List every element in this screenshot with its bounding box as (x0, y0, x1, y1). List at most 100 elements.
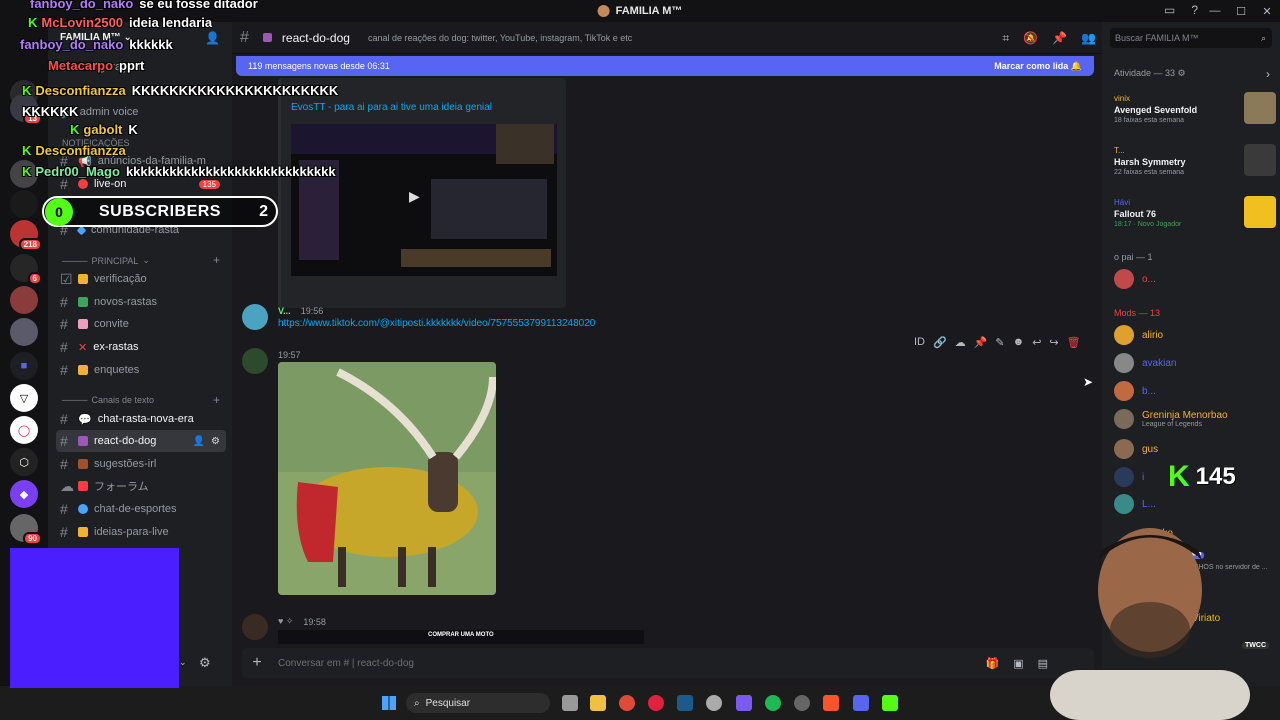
opera-icon[interactable] (648, 695, 664, 711)
search-icon: ⌕ (1260, 32, 1266, 43)
task-view-icon[interactable] (562, 695, 578, 711)
channel-label: enquetes (94, 364, 140, 376)
grid-app-icon[interactable] (736, 695, 752, 711)
channel-novos-rastas[interactable]: # novos-rastas (56, 291, 226, 313)
member-item[interactable]: o... (1114, 269, 1156, 289)
avatar (1114, 325, 1134, 345)
pin-icon[interactable]: 📌 (974, 336, 988, 349)
activity-card[interactable]: vinix Avenged Sevenfold 18 faixas esta s… (1114, 92, 1276, 124)
member-item[interactable]: alirio (1114, 325, 1163, 345)
heart-badge-icon: ♥ ✧ (278, 616, 294, 626)
video-preview[interactable]: COMPRAR UMA MOTO (278, 630, 644, 644)
avatar[interactable] (242, 304, 268, 330)
chevron-down-icon[interactable]: ⌄ (179, 657, 187, 668)
chevron-right-icon[interactable]: › (1266, 67, 1270, 81)
discord-icon[interactable] (853, 695, 869, 711)
windows-start-icon[interactable] (382, 696, 396, 710)
emoji-icon[interactable]: ☻ (1013, 336, 1025, 349)
channel-react-do-dog[interactable]: # react-do-dog 👤 ⚙ (56, 430, 226, 452)
chat-username: gabolt (83, 122, 123, 137)
inbox-icon[interactable]: ▭ (1164, 3, 1175, 17)
mark-as-read-button[interactable]: Marcar como lida 🔔 (994, 61, 1082, 72)
threads-icon[interactable]: ⌗ (1002, 31, 1009, 46)
app-icon[interactable] (794, 695, 810, 711)
server-icon-4[interactable] (10, 190, 38, 218)
add-channel-icon[interactable]: + (213, 253, 220, 267)
opera-icon[interactable]: ◯ (10, 416, 38, 444)
server-icon-12[interactable]: 90 (10, 514, 42, 545)
note-icon (78, 527, 88, 537)
id-icon[interactable]: ID (914, 336, 925, 349)
add-channel-icon[interactable]: + (213, 393, 220, 407)
server-icon-8[interactable] (10, 318, 38, 346)
gif-icon[interactable]: ▣ (1013, 657, 1023, 670)
file-explorer-icon[interactable] (590, 695, 606, 711)
member-item[interactable]: avakian (1114, 353, 1176, 373)
server-icon-11[interactable]: ◆ (10, 480, 38, 508)
avatar[interactable] (242, 614, 268, 640)
link-icon[interactable]: 🔗 (933, 336, 947, 349)
spotify-icon[interactable] (765, 695, 781, 711)
server-icon-6[interactable]: 6 (10, 254, 42, 285)
gift-icon[interactable]: 🎁 (985, 657, 999, 670)
member-list-icon[interactable]: 👥 (1081, 31, 1096, 46)
channel-ideias-para-live[interactable]: # ideias-para-live (56, 521, 226, 543)
member-name: L... (1142, 498, 1156, 510)
avatar[interactable] (242, 348, 268, 374)
thread-icon[interactable]: ☁ (955, 336, 966, 349)
server-icon-7[interactable] (10, 286, 38, 314)
server-icon-10[interactable]: ⬡ (10, 448, 38, 476)
activity-card[interactable]: T... Harsh Symmetry 22 faixas esta seman… (1114, 144, 1276, 176)
server-icon-5[interactable]: 218 (10, 220, 42, 251)
maximize-button[interactable]: ☐ (1228, 0, 1254, 22)
chrome-icon[interactable] (619, 695, 635, 711)
channel-sugestoes-irl[interactable]: # sugestões-irl (56, 453, 226, 475)
activity-card[interactable]: Hávi Fallout 76 18:17 · Novo Jogador (1114, 196, 1276, 228)
member-item[interactable]: i (1114, 467, 1144, 487)
reply-icon[interactable]: ↩ (1032, 336, 1041, 349)
new-messages-bar[interactable]: 119 mensagens novas desde 06:31 Marcar c… (236, 56, 1094, 76)
server-icon-9[interactable]: ▽ (10, 384, 38, 412)
image-attachment[interactable] (278, 362, 496, 595)
forward-icon[interactable]: ↪ (1049, 336, 1058, 349)
user-settings-icon[interactable]: ⚙ (199, 655, 211, 671)
member-item[interactable]: gus (1114, 439, 1158, 459)
folder-icon[interactable]: ■ (10, 352, 38, 380)
category-canais-de-texto[interactable]: ──── Canais de texto (62, 395, 154, 405)
kick-icon[interactable] (882, 695, 898, 711)
channel-verificacao[interactable]: ☑ verificação (56, 268, 226, 290)
channel-settings-icon[interactable]: ⚙ (211, 436, 220, 447)
help-icon[interactable]: ? (1191, 3, 1198, 17)
minimize-button[interactable]: — (1202, 0, 1228, 22)
channel-chat-rasta[interactable]: # 💬 chat-rasta-nova-era (56, 408, 226, 430)
member-item[interactable]: Greninja Menorbao League of Legends (1114, 409, 1228, 429)
brave-icon[interactable] (823, 695, 839, 711)
member-item[interactable]: b... (1114, 381, 1156, 401)
hash-icon: # (60, 456, 68, 472)
tool-icon[interactable]: ✎ (995, 336, 1004, 349)
channel-chat-de-esportes[interactable]: # chat-de-esportes (56, 498, 226, 520)
category-principal[interactable]: ──── PRINCIPAL ⌄ (62, 255, 150, 266)
taskbar-search[interactable]: ⌕ Pesquisar (406, 693, 550, 713)
pin-icon[interactable]: 📌 (1052, 31, 1067, 46)
channel-ex-rastas[interactable]: # ✕ ex-rastas (56, 336, 226, 358)
message-composer[interactable]: + Conversar em # | react-do-dog 🎁 ▣ ▤ (242, 648, 1094, 678)
member-item[interactable]: L... (1114, 494, 1156, 514)
channel-topic[interactable]: canal de reações do dog: twitter, YouTub… (368, 33, 632, 43)
add-attachment-button[interactable]: + (242, 654, 272, 672)
channel-forum[interactable]: ☁ フォーラム (56, 475, 226, 497)
search-input[interactable]: Buscar FAMILIA M™ ⌕ (1110, 28, 1272, 48)
channel-enquetes[interactable]: # enquetes (56, 359, 226, 381)
message-input[interactable]: Conversar em # | react-do-dog (278, 658, 414, 669)
add-member-icon[interactable]: 👤 (193, 436, 205, 447)
steam-icon[interactable] (677, 695, 693, 711)
close-button[interactable]: ✕ (1254, 0, 1280, 22)
message-timestamp: 19:56 (300, 306, 324, 316)
delete-icon[interactable]: 🗑 (1067, 336, 1081, 349)
play-icon[interactable]: ▶ (409, 188, 420, 205)
message-link[interactable]: https://www.tiktok.com/@xitiposti.kkkkkk… (278, 318, 595, 329)
channel-convite[interactable]: # convite (56, 313, 226, 335)
app-icon[interactable] (706, 695, 722, 711)
message-author[interactable]: V... (278, 306, 291, 316)
notification-off-icon[interactable]: 🔕 (1023, 31, 1038, 46)
